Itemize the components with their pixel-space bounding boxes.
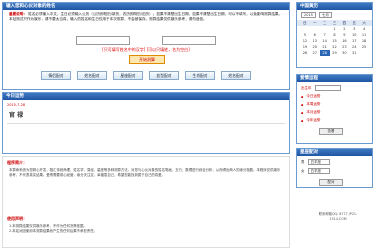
input-panel-title: 输入您和心仪对象的姓名: [3, 3, 289, 10]
male-name-input[interactable]: [75, 36, 130, 45]
contact-info: 联系邮箱QQ: 8777 /P21- 1314.COM: [306, 212, 370, 221]
intro-prefix: 重要说明：: [9, 12, 27, 16]
love-year-select[interactable]: [314, 85, 341, 91]
notice-line-2: 2.本站对因使用本测算结果而产生的任何后果不承担责任。: [9, 229, 97, 233]
today-date: 2015-7-28: [7, 103, 26, 107]
love-row: ▪ 本月运势: [297, 107, 372, 115]
calendar-day[interactable]: 30: [339, 50, 349, 56]
name-form-row: [3, 34, 289, 48]
calendar-day[interactable]: 28: [319, 50, 330, 56]
func-button-5[interactable]: 生肖配对: [185, 71, 215, 80]
func-button-1[interactable]: 情侣配对: [41, 71, 71, 80]
female-sign-select[interactable]: 白羊座: [307, 168, 330, 174]
today-word: 官 禄: [9, 112, 24, 119]
match-title: 星座配对: [297, 149, 372, 156]
star-match-panel: 星座配对 男 白羊座 女 白羊座 配对: [296, 148, 373, 188]
today-title: 今日运势: [3, 93, 289, 100]
bullet: ▪: [301, 94, 304, 99]
func-button-6[interactable]: 姓名配对: [221, 71, 251, 80]
match-row: 男 白羊座: [297, 156, 372, 165]
contact-line-2: 1314.COM: [329, 216, 347, 221]
start-button[interactable]: 开始测算: [129, 55, 165, 64]
female-name-input[interactable]: [162, 36, 217, 45]
love-row: ▪ 本周运势: [297, 99, 372, 107]
calendar-title: 中国黄历: [297, 3, 372, 10]
calendar-week: 26 27 28 29 30 31: [297, 50, 372, 56]
love-view-button[interactable]: 查看: [319, 128, 343, 135]
love-row: ▪ 今年运势: [297, 115, 372, 123]
explanation-panel: 程序简介： 本算命系统为您精心开发，融汇传统命理、姓名学、易经、星座等多种测算方…: [2, 156, 290, 248]
love-row: ▪ 今日运势: [297, 91, 372, 99]
bullet: ▪: [301, 118, 304, 123]
love-option[interactable]: 今日运势: [306, 94, 320, 99]
name-input-panel: 输入您和心仪对象的姓名 重要说明： 姓名必须输入中文，生日必须输入公历（公历即阳…: [2, 2, 290, 90]
calendar-day: [359, 50, 369, 56]
notice-section-title: 使用声明：: [7, 216, 27, 221]
intro-body: 姓名必须输入中文，生日必须输入公历（公历即阳历/新历，农历即阴历/旧历）；如果不…: [9, 12, 283, 22]
love-option[interactable]: 本月运势: [306, 110, 320, 115]
func-button-3[interactable]: 星座配对: [113, 71, 143, 80]
function-buttons: 情侣配对 姓名配对 星座配对 血型配对 生肖配对 姓名配对: [23, 71, 269, 81]
intro-text: 重要说明： 姓名必须输入中文，生日必须输入公历（公历即阳历/新历，农历即阴历/旧…: [3, 10, 289, 34]
func-button-4[interactable]: 血型配对: [149, 71, 179, 80]
calendar-day[interactable]: 26: [300, 50, 310, 56]
match-row: 女 白羊座: [297, 165, 372, 174]
year-select[interactable]: 2015: [301, 12, 316, 18]
func-button-2[interactable]: 姓名配对: [77, 71, 107, 80]
calendar-day[interactable]: 31: [349, 50, 359, 56]
love-option[interactable]: 本周运势: [306, 102, 320, 107]
bullet: ▪: [301, 110, 304, 115]
love-option[interactable]: 今年运势: [306, 118, 320, 123]
intro-section-body: 本算命系统为您精心开发，融汇传统命理、姓名学、易经、星座等多种测算方法，对您与心…: [9, 168, 281, 177]
form-hint: [只可填写姓名中的汉字] [可以只填姓，名为空白]: [102, 47, 190, 52]
match-button[interactable]: 配对: [319, 179, 343, 186]
intro-section-title: 程序简介：: [7, 160, 27, 165]
calendar-selectors: 2015 七月: [297, 10, 372, 20]
love-fortune-panel: 爱情运程 出生年 ▪ 今日运势 ▪ 本周运势 ▪ 本月运势 ▪ 今年运势 查看: [296, 74, 373, 144]
love-row-label: 出生年: [301, 85, 312, 90]
month-select[interactable]: 七月: [318, 12, 332, 18]
divider: [7, 123, 285, 124]
love-title: 爱情运程: [297, 75, 372, 82]
love-row: 出生年: [297, 82, 372, 91]
match-label: 女: [301, 168, 305, 173]
today-fortune-panel: 今日运势 2015-7-28 官 禄: [2, 92, 290, 154]
male-sign-select[interactable]: 白羊座: [307, 159, 330, 165]
calendar-grid: 1 2 3 4 5 6 7 8 9 10 11 12 13 14 15 16 17 18 19 20 21 22 23 24 2…: [297, 26, 372, 56]
bullet: ▪: [301, 102, 304, 107]
calendar-panel: 中国黄历 2015 七月 日 一 二 三 四 五 六 1 2 3 4 5 6 7 8 9 10 11…: [296, 2, 373, 68]
match-label: 男: [301, 159, 305, 164]
calendar-day[interactable]: 29: [330, 50, 340, 56]
calendar-day[interactable]: 27: [310, 50, 320, 56]
